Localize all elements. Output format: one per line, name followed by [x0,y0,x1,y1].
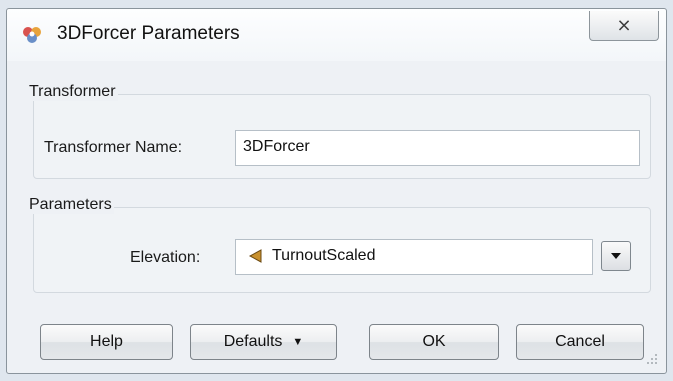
transformer-name-value: 3DForcer [243,138,310,155]
title-bar[interactable]: 3DForcer Parameters ⨯ [7,9,666,61]
elevation-menu-button[interactable] [601,241,631,271]
cancel-button[interactable]: Cancel [516,324,644,360]
defaults-button[interactable]: Defaults ▼ [190,324,337,360]
elevation-field[interactable]: TurnoutScaled [235,239,593,275]
dialog-window: 3DForcer Parameters ⨯ Transformer Transf… [6,8,667,374]
resize-grip-icon[interactable] [646,353,658,365]
dropdown-arrow-icon: ▼ [292,336,304,348]
attribute-icon [248,249,262,263]
cancel-button-label: Cancel [555,333,605,350]
ok-button[interactable]: OK [369,324,499,360]
transformer-group-title: Transformer [27,83,118,101]
elevation-value: TurnoutScaled [272,247,376,264]
ok-button-label: OK [422,333,446,350]
fme-transformer-icon [23,27,41,43]
chevron-down-icon [611,253,621,259]
help-button-label: Help [90,333,123,350]
close-icon: ⨯ [616,15,632,35]
dialog-body: Transformer Transformer Name: 3DForcer P… [13,61,660,367]
window-title: 3DForcer Parameters [57,23,240,44]
transformer-name-field[interactable]: 3DForcer [235,130,640,166]
transformer-name-label: Transformer Name: [44,139,183,156]
parameters-group-title: Parameters [27,196,114,214]
defaults-button-label: Defaults [223,333,283,350]
help-button[interactable]: Help [40,324,173,360]
elevation-label: Elevation: [130,249,201,266]
close-button[interactable]: ⨯ [589,11,659,41]
